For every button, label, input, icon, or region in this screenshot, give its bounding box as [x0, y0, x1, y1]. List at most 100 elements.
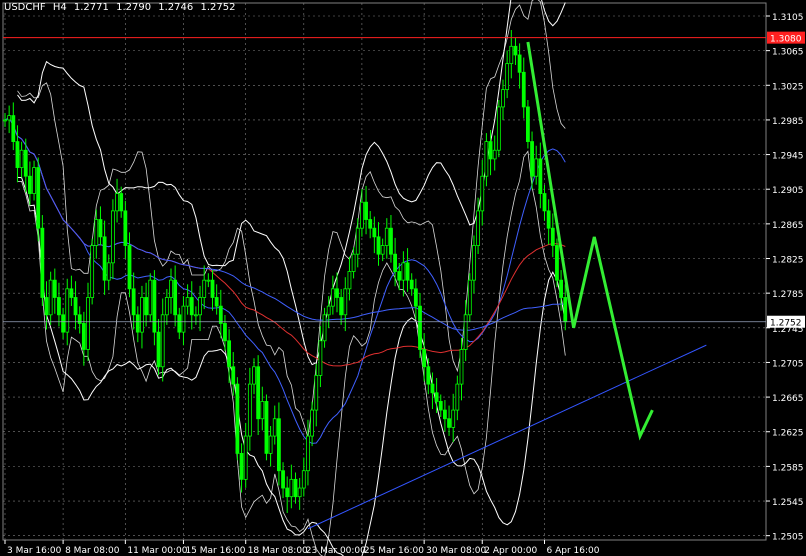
candle-body [218, 305, 223, 324]
candle-body [310, 409, 315, 437]
candle-body [19, 149, 24, 168]
forecast-arrow [526, 41, 654, 441]
candle-body [239, 452, 244, 480]
candle-body [285, 487, 290, 498]
candle-body [206, 279, 211, 282]
candle-body [472, 245, 476, 281]
candle-body [401, 262, 406, 281]
candle-body [61, 314, 65, 333]
candle-body [268, 435, 273, 454]
candle-body [86, 297, 90, 350]
candle-body [77, 314, 82, 324]
candle-body [484, 141, 489, 177]
candle-body [23, 149, 28, 177]
close-value: 1.2752 [200, 2, 236, 13]
candle-body [347, 271, 352, 290]
candle-body [90, 245, 95, 298]
candle-body [505, 63, 510, 91]
candle-body [335, 288, 339, 298]
candle-body [542, 193, 547, 212]
low-value: 1.2746 [158, 2, 194, 13]
candle-body [318, 340, 323, 376]
candle-body [243, 435, 248, 480]
candle-body [57, 297, 61, 316]
candle-body [534, 158, 539, 177]
candle-body [289, 478, 294, 498]
candle-body [426, 366, 431, 385]
candle-body [185, 297, 190, 307]
candle-body [463, 314, 468, 350]
chart-header: USDCHF H4 1.2771 1.2790 1.2746 1.2752 [4, 2, 239, 13]
candle-body [189, 297, 194, 316]
candle-body [127, 245, 132, 290]
candle-body [152, 279, 157, 333]
candle-body [106, 262, 111, 281]
x-tick-label: 18 Mar 08:00 [248, 546, 308, 556]
candle-body [148, 279, 153, 316]
x-tick-label: 8 Mar 08:00 [65, 546, 120, 556]
candle-body [98, 219, 103, 238]
last-price-label: 1.2752 [770, 319, 802, 329]
candle-body [488, 141, 493, 160]
candle-body [521, 71, 526, 108]
candle-body [496, 106, 501, 151]
candle-body [144, 297, 149, 316]
candle-body [538, 158, 543, 194]
candle-body [115, 193, 119, 212]
candle-body [322, 314, 327, 342]
x-tick-label: 6 Apr 16:00 [547, 546, 600, 556]
candle-body [297, 487, 302, 498]
y-tick-label: 1.2625 [772, 429, 804, 439]
candle-body [555, 245, 559, 281]
candle-body [256, 366, 261, 420]
x-tick-label: 30 Mar 08:00 [426, 546, 486, 556]
candle-body [393, 253, 398, 272]
candle-body [455, 383, 460, 411]
x-tick-label: 25 Mar 16:00 [364, 546, 424, 556]
candle-body [430, 383, 435, 394]
candle-body [235, 383, 240, 454]
y-tick-label: 1.2825 [772, 256, 804, 266]
candle-body [52, 279, 57, 298]
y-tick-label: 1.2905 [772, 186, 804, 196]
candle-body [314, 375, 319, 411]
candle-body [413, 288, 418, 307]
candle-body [193, 314, 198, 317]
candle-body [351, 253, 356, 272]
y-tick-label: 1.3065 [772, 48, 804, 58]
candle-body [40, 227, 45, 298]
candle-body [326, 305, 331, 316]
candle-body [177, 314, 182, 333]
candle-body [44, 297, 49, 316]
candle-body [69, 288, 74, 298]
candle-body [227, 340, 232, 368]
candle-body [405, 262, 410, 281]
candle-body [501, 89, 505, 108]
candle-body [480, 175, 485, 212]
x-tick-label: 3 Mar 16:00 [7, 546, 62, 556]
candle-body [73, 297, 78, 316]
y-tick-label: 1.2545 [772, 498, 804, 508]
candle-body [32, 167, 36, 194]
candle-body [476, 210, 481, 246]
candle-body [451, 409, 456, 428]
y-tick-label: 1.2505 [772, 533, 804, 543]
candle-body [169, 279, 173, 298]
symbol-label: USDCHF [4, 2, 46, 13]
candle-body [272, 418, 277, 437]
candle-body [418, 305, 422, 350]
candle-body [563, 297, 568, 323]
candle-body [214, 297, 219, 307]
y-tick-label: 1.3105 [772, 13, 804, 23]
candle-body [102, 236, 107, 281]
ma-blue-short [4, 117, 566, 444]
candle-body [7, 115, 12, 121]
candle-body [306, 435, 310, 472]
candle-body [447, 418, 451, 428]
y-tick-label: 1.2665 [772, 394, 804, 404]
y-tick-label: 1.2785 [772, 290, 804, 300]
candle-body [173, 279, 178, 316]
candle-body [264, 401, 269, 454]
x-tick-label: 2 Apr 00:00 [484, 546, 537, 556]
candle-body [550, 227, 555, 246]
